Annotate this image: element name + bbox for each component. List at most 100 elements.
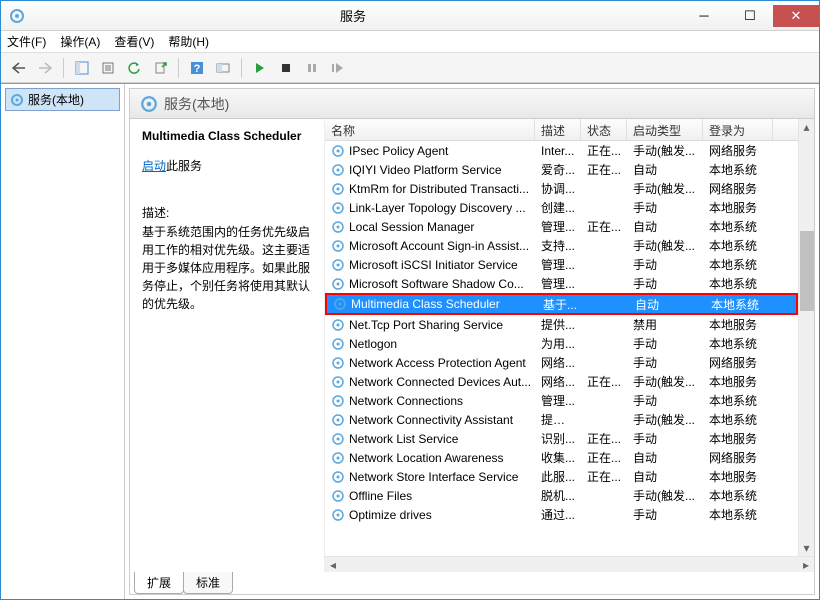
tree-node-label: 服务(本地): [28, 91, 84, 108]
column-startup[interactable]: 启动类型: [627, 119, 703, 140]
service-row[interactable]: Multimedia Class Scheduler基于...自动本地系统: [325, 293, 798, 315]
services-window: 服务 ─ ☐ ✕ 文件(F) 操作(A) 查看(V) 帮助(H) ?: [0, 0, 820, 600]
service-row[interactable]: Network List Service识别...正在...手动本地服务: [325, 429, 798, 448]
service-name: Network Connected Devices Aut...: [349, 375, 531, 389]
service-name: Net.Tcp Port Sharing Service: [349, 318, 503, 332]
close-button[interactable]: ✕: [773, 5, 819, 27]
tab-extended[interactable]: 扩展: [134, 572, 184, 594]
service-row[interactable]: Optimize drives通过...手动本地系统: [325, 505, 798, 524]
service-startup: 手动: [627, 354, 703, 371]
service-row[interactable]: Net.Tcp Port Sharing Service提供...禁用本地服务: [325, 315, 798, 334]
service-logon: 本地系统: [703, 506, 773, 523]
service-row[interactable]: Microsoft Account Sign-in Assist...支持...…: [325, 236, 798, 255]
service-row[interactable]: Netlogon为用...手动本地系统: [325, 334, 798, 353]
service-row[interactable]: Microsoft iSCSI Initiator Service管理...手动…: [325, 255, 798, 274]
restart-service-button[interactable]: [326, 56, 350, 80]
column-logon[interactable]: 登录为: [703, 119, 773, 140]
toolbar-options-button[interactable]: [211, 56, 235, 80]
show-hide-tree-button[interactable]: [70, 56, 94, 80]
refresh-button[interactable]: [122, 56, 146, 80]
start-service-button[interactable]: [248, 56, 272, 80]
service-desc: 管理...: [535, 218, 581, 235]
service-startup: 禁用: [627, 316, 703, 333]
service-logon: 本地系统: [703, 237, 773, 254]
scroll-left-arrow[interactable]: ◂: [325, 557, 341, 572]
description-text: 基于系统范围内的任务优先级启用工作的相对优先级。这主要适用于多媒体应用程序。如果…: [142, 223, 312, 313]
service-row[interactable]: Link-Layer Topology Discovery ...创建...手动…: [325, 198, 798, 217]
column-name[interactable]: 名称: [325, 119, 535, 140]
stop-service-button[interactable]: [274, 56, 298, 80]
service-row[interactable]: Network Location Awareness收集...正在...自动网络…: [325, 448, 798, 467]
scroll-right-arrow[interactable]: ▸: [798, 557, 814, 572]
service-logon: 本地服务: [703, 373, 773, 390]
service-row[interactable]: Network Connections管理...手动本地系统: [325, 391, 798, 410]
service-row[interactable]: KtmRm for Distributed Transacti...协调...手…: [325, 179, 798, 198]
service-row[interactable]: IQIYI Video Platform Service爱奇...正在...自动…: [325, 160, 798, 179]
service-name: Optimize drives: [349, 508, 432, 522]
scroll-up-arrow[interactable]: ▴: [799, 119, 814, 135]
service-startup: 自动: [627, 468, 703, 485]
properties-button[interactable]: [96, 56, 120, 80]
service-desc: 收集...: [535, 449, 581, 466]
service-desc: 提供...: [535, 316, 581, 333]
service-row[interactable]: Network Store Interface Service此服...正在..…: [325, 467, 798, 486]
service-name: Network Access Protection Agent: [349, 356, 526, 370]
service-row-icon: [331, 239, 345, 253]
service-row-icon: [331, 489, 345, 503]
column-status[interactable]: 状态: [581, 119, 627, 140]
menu-action[interactable]: 操作(A): [60, 33, 100, 50]
right-inner: 服务(本地) Multimedia Class Scheduler 启动此服务 …: [129, 88, 815, 595]
service-row[interactable]: Offline Files脱机...手动(触发...本地系统: [325, 486, 798, 505]
service-row[interactable]: Local Session Manager管理...正在...自动本地系统: [325, 217, 798, 236]
minimize-button[interactable]: ─: [681, 5, 727, 27]
service-row[interactable]: Network Connectivity Assistant提供 ...手动(触…: [325, 410, 798, 429]
service-startup: 手动: [627, 335, 703, 352]
service-name: IPsec Policy Agent: [349, 144, 448, 158]
export-button[interactable]: [148, 56, 172, 80]
service-startup: 手动(触发...: [627, 411, 703, 428]
scroll-down-arrow[interactable]: ▾: [799, 540, 814, 556]
tab-standard[interactable]: 标准: [183, 572, 233, 594]
service-desc: 管理...: [535, 256, 581, 273]
titlebar[interactable]: 服务 ─ ☐ ✕: [1, 1, 819, 31]
scroll-thumb[interactable]: [800, 231, 814, 311]
service-row-icon: [331, 277, 345, 291]
toolbar-separator: [178, 58, 179, 78]
service-row[interactable]: Microsoft Software Shadow Co...管理...手动本地…: [325, 274, 798, 293]
service-row[interactable]: Network Access Protection Agent网络...手动网络…: [325, 353, 798, 372]
services-list: 名称 描述 状态 启动类型 登录为 IPsec Policy Agent Inte…: [325, 119, 814, 572]
menu-help[interactable]: 帮助(H): [168, 33, 209, 50]
services-app-icon: [9, 8, 25, 24]
service-desc: 此服...: [535, 468, 581, 485]
service-logon: 本地系统: [703, 275, 773, 292]
service-name: Netlogon: [349, 337, 397, 351]
back-button[interactable]: [7, 56, 31, 80]
content-area: 服务(本地) 服务(本地) Multimedia Class Scheduler…: [1, 83, 819, 599]
service-row[interactable]: IPsec Policy AgentInter...正在...手动(触发...网…: [325, 141, 798, 160]
service-desc: Inter...: [535, 144, 581, 158]
pane-title: 服务(本地): [164, 94, 229, 114]
service-row-icon: [333, 297, 347, 311]
service-desc: 识别...: [535, 430, 581, 447]
vertical-scrollbar[interactable]: ▴ ▾: [798, 119, 814, 556]
maximize-button[interactable]: ☐: [727, 5, 773, 27]
navigation-tree[interactable]: 服务(本地): [1, 84, 125, 599]
service-status: 正在...: [581, 449, 627, 466]
start-service-link[interactable]: 启动: [142, 159, 166, 173]
service-name: Multimedia Class Scheduler: [351, 297, 500, 311]
service-row-icon: [331, 375, 345, 389]
horizontal-scrollbar[interactable]: ◂ ▸: [325, 556, 814, 572]
service-logon: 网络服务: [703, 449, 773, 466]
pause-service-button[interactable]: [300, 56, 324, 80]
column-desc[interactable]: 描述: [535, 119, 581, 140]
help-button[interactable]: ?: [185, 56, 209, 80]
service-desc: 脱机...: [535, 487, 581, 504]
service-logon: 本地系统: [703, 335, 773, 352]
service-desc: 支持...: [535, 237, 581, 254]
forward-button[interactable]: [33, 56, 57, 80]
service-row[interactable]: Network Connected Devices Aut...网络...正在.…: [325, 372, 798, 391]
menu-file[interactable]: 文件(F): [7, 33, 46, 50]
list-body[interactable]: IPsec Policy Agent Inter... 正在... 手动(触发... 网…: [325, 141, 798, 556]
tree-node-services-local[interactable]: 服务(本地): [5, 88, 120, 111]
menu-view[interactable]: 查看(V): [114, 33, 154, 50]
